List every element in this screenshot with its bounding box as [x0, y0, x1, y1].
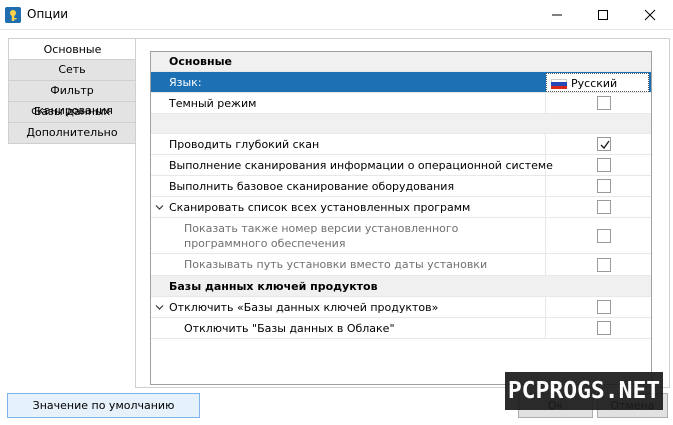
install-path-checkbox[interactable]: [597, 258, 611, 272]
option-row-disable-cloud-db[interactable]: Отключить "Базы данных в Облаке": [151, 318, 651, 339]
russia-flag-icon: [551, 79, 567, 89]
option-label: Выполнить базовое сканирование оборудова…: [169, 180, 455, 193]
hardware-scan-checkbox[interactable]: [597, 179, 611, 193]
chevron-down-icon[interactable]: [155, 203, 164, 212]
option-row-dark-mode[interactable]: Темный режим: [151, 93, 651, 114]
section-label: Основные: [169, 55, 232, 68]
watermark: PCPROGS.NET: [505, 372, 663, 410]
options-tabs: Основные Сеть Фильтр сканирования Базы д…: [8, 38, 136, 144]
option-row-deep-scan[interactable]: Проводить глубокий скан: [151, 134, 651, 155]
option-row-os-scan[interactable]: Выполнение сканирования информации о опе…: [151, 155, 651, 176]
tab-scan-filter[interactable]: Фильтр сканирования: [8, 81, 136, 117]
tab-advanced[interactable]: Дополнительно: [8, 123, 136, 144]
os-scan-checkbox[interactable]: [597, 158, 611, 172]
option-label: Отключить «Базы данных ключей продуктов»: [169, 301, 439, 314]
option-label: Показывать путь установки вместо даты ус…: [184, 258, 488, 271]
tab-network[interactable]: Сеть: [8, 60, 136, 81]
option-label: Отключить "Базы данных в Облаке": [184, 322, 395, 335]
language-value: Русский: [571, 77, 618, 90]
section-header-general: Основные: [151, 52, 651, 72]
section-header-key-databases: Базы данных ключей продуктов: [151, 276, 651, 297]
close-icon: [644, 9, 656, 21]
tab-general[interactable]: Основные: [8, 38, 136, 60]
deep-scan-checkbox[interactable]: [597, 137, 611, 151]
checkmark-icon: [600, 140, 610, 150]
dark-mode-checkbox[interactable]: [597, 96, 611, 110]
option-label: Темный режим: [169, 97, 257, 110]
programs-scan-checkbox[interactable]: [597, 200, 611, 214]
maximize-button[interactable]: [580, 0, 626, 30]
option-label: Показать также номер версии установленно…: [184, 222, 459, 250]
title-bar: Опции: [0, 0, 673, 30]
option-row-install-path[interactable]: Показывать путь установки вместо даты ус…: [151, 254, 651, 276]
option-label: Выполнение сканирования информации о опе…: [169, 159, 553, 172]
close-button[interactable]: [627, 0, 673, 30]
option-row-disable-key-db[interactable]: Отключить «Базы данных ключей продуктов»: [151, 297, 651, 318]
spacer-row: [151, 114, 651, 134]
option-label: Сканировать список всех установленных пр…: [169, 201, 471, 214]
language-select[interactable]: Русский: [546, 73, 649, 92]
maximize-icon: [598, 10, 608, 20]
minimize-button[interactable]: [534, 0, 580, 30]
chevron-down-icon[interactable]: [155, 303, 164, 312]
option-row-hardware-scan[interactable]: Выполнить базовое сканирование оборудова…: [151, 176, 651, 197]
app-icon: [5, 7, 21, 23]
language-row[interactable]: Язык: Русский: [151, 72, 651, 93]
minimize-icon: [552, 14, 562, 16]
disable-cloud-db-checkbox[interactable]: [597, 321, 611, 335]
window-title: Опции: [27, 7, 69, 21]
disable-key-db-checkbox[interactable]: [597, 300, 611, 314]
options-panel: Основные Язык: Русский Темный режим Пров…: [135, 38, 670, 388]
show-version-checkbox[interactable]: [597, 229, 611, 243]
section-label: Базы данных ключей продуктов: [169, 280, 378, 293]
property-grid: Основные Язык: Русский Темный режим Пров…: [150, 51, 652, 385]
default-values-button[interactable]: Значение по умолчанию: [7, 393, 200, 418]
option-row-show-version[interactable]: Показать также номер версии установленно…: [151, 218, 651, 254]
option-label: Проводить глубокий скан: [169, 138, 320, 151]
language-label: Язык:: [169, 76, 202, 89]
tab-databases[interactable]: Базы данных: [8, 102, 136, 123]
option-row-programs-scan[interactable]: Сканировать список всех установленных пр…: [151, 197, 651, 218]
